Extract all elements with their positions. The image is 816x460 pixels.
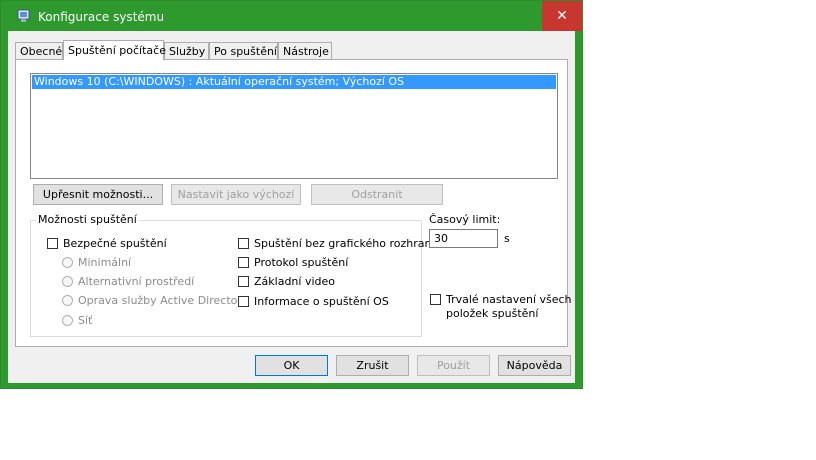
no-gui-boot-checkbox[interactable] [238, 238, 249, 249]
help-button[interactable]: Nápověda [498, 355, 571, 376]
os-boot-info-label[interactable]: Informace o spuštění OS [254, 295, 389, 308]
os-boot-info-checkbox[interactable] [238, 296, 249, 307]
base-video-label[interactable]: Základní video [254, 275, 335, 288]
tab-general[interactable]: Obecné [15, 42, 63, 59]
permanent-settings-label-line1[interactable]: Trvalé nastavení všech [446, 293, 572, 306]
alternate-shell-label[interactable]: Alternativní prostředí [78, 275, 194, 288]
no-gui-boot-label[interactable]: Spuštění bez grafického rozhraní [254, 237, 435, 250]
set-default-button[interactable]: Nastavit jako výchozí [171, 184, 301, 205]
boot-log-checkbox[interactable] [238, 257, 249, 268]
system-configuration-window: Konfigurace systému ✕ Obecné Spuštění po… [0, 0, 583, 389]
dialog-client: Obecné Spuštění počítače Služby Po spušt… [8, 31, 575, 383]
safe-boot-label[interactable]: Bezpečné spuštění [63, 237, 167, 250]
permanent-settings-checkbox[interactable] [430, 294, 441, 305]
tab-tools[interactable]: Nástroje [278, 42, 332, 59]
window-title: Konfigurace systému [38, 10, 165, 24]
ad-repair-radio[interactable] [62, 295, 73, 306]
alternate-shell-radio[interactable] [62, 276, 73, 287]
tab-boot[interactable]: Spuštění počítače [63, 40, 166, 60]
advanced-options-button[interactable]: Upřesnit možnosti... [33, 184, 163, 205]
minimal-label[interactable]: Minimální [78, 256, 131, 269]
permanent-settings-label-line2[interactable]: položek spuštění [446, 307, 538, 320]
close-button[interactable]: ✕ [542, 1, 582, 31]
minimal-radio[interactable] [62, 257, 73, 268]
network-radio[interactable] [62, 315, 73, 326]
timeout-unit: s [504, 232, 510, 245]
tab-startup[interactable]: Po spuštění [209, 42, 278, 59]
ad-repair-label[interactable]: Oprava služby Active Directory [78, 294, 248, 307]
msconfig-icon [17, 9, 30, 22]
timeout-label: Časový limit: [429, 213, 501, 226]
ok-button[interactable]: OK [255, 355, 328, 376]
timeout-input[interactable]: 30 [429, 229, 498, 248]
network-label[interactable]: Síť [78, 314, 92, 327]
boot-entry[interactable]: Windows 10 (C:\WINDOWS) : Aktuální opera… [32, 75, 556, 89]
boot-options-title: Možnosti spuštění [36, 213, 139, 226]
boot-log-label[interactable]: Protokol spuštění [254, 256, 348, 269]
boot-entries-list[interactable]: Windows 10 (C:\WINDOWS) : Aktuální opera… [30, 73, 558, 179]
safe-boot-checkbox[interactable] [47, 238, 58, 249]
delete-button[interactable]: Odstranit [311, 184, 443, 205]
apply-button[interactable]: Použít [417, 355, 490, 376]
base-video-checkbox[interactable] [238, 276, 249, 287]
tab-services[interactable]: Služby [164, 42, 209, 59]
boot-panel: Windows 10 (C:\WINDOWS) : Aktuální opera… [15, 59, 572, 347]
title-bar[interactable]: Konfigurace systému ✕ [1, 1, 582, 31]
cancel-button[interactable]: Zrušit [336, 355, 409, 376]
